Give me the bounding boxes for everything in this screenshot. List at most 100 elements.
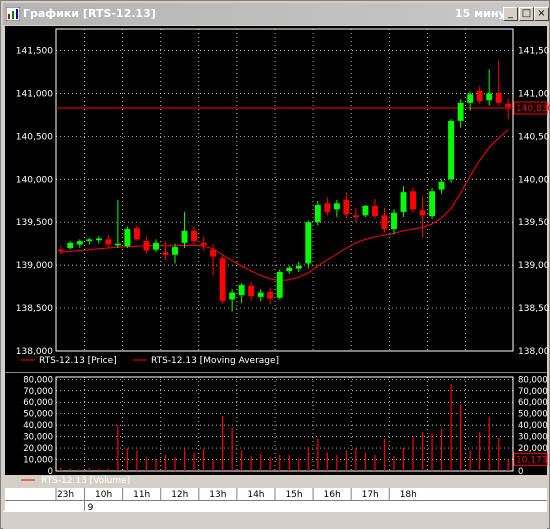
legend-price-label: RTS-12.13 [Price]	[39, 356, 117, 366]
volume-tick-label-right: 70,000	[518, 387, 548, 397]
candle-body	[76, 241, 83, 245]
candle-body	[381, 215, 388, 230]
candle-body	[324, 203, 331, 212]
price-tick-label-right: 140,000	[518, 175, 550, 185]
price-tick-label-left: 141,000	[16, 89, 53, 99]
candle-body	[314, 205, 321, 223]
candle-body	[362, 205, 369, 216]
candle-body	[286, 267, 293, 272]
volume-tick-label-right: 40,000	[518, 421, 548, 431]
candle-body	[172, 247, 178, 255]
candle-body	[219, 258, 226, 302]
title-bar[interactable]: Графики [RTS-12.13] 15 минут _ □ ×	[3, 3, 549, 25]
price-tick-label-left: 138,500	[16, 304, 53, 314]
price-tick-label-left: 139,000	[16, 261, 53, 271]
volume-tick-label-right: 50,000	[518, 410, 548, 420]
price-tick-label-left: 139,500	[16, 218, 53, 228]
time-label: 17h	[362, 490, 379, 500]
window-title: Графики [RTS-12.13]	[23, 7, 156, 20]
candle-body	[476, 90, 483, 102]
legend-ma-label: RTS-12.13 [Moving Average]	[151, 356, 279, 366]
volume-tick-label-left: 80,000	[23, 375, 53, 385]
candle-body	[248, 285, 255, 297]
candle-body	[153, 242, 159, 250]
candle-body	[505, 103, 512, 108]
candle-body	[295, 265, 302, 269]
maximize-button[interactable]: □	[519, 7, 534, 21]
candle-body	[67, 242, 74, 248]
candle-body	[210, 249, 217, 257]
time-label: 18h	[400, 490, 417, 500]
candle-body	[276, 272, 283, 298]
volume-tick-label-left: 30,000	[23, 433, 53, 443]
volume-tick-label-right: 60,000	[518, 398, 548, 408]
price-tick-label-left: 140,500	[16, 132, 53, 142]
price-tick-label-right: 138,000	[518, 347, 550, 357]
candle-body	[391, 212, 397, 230]
candle-body	[57, 249, 64, 252]
candle-body	[352, 215, 359, 218]
time-label: 16h	[324, 490, 341, 500]
volume-tick-label-left: 10,000	[23, 456, 53, 466]
price-tick-label-right: 138,500	[518, 304, 550, 314]
candle-body	[133, 228, 140, 240]
candle-body	[86, 239, 93, 242]
volume-tick-label-left: 40,000	[23, 421, 53, 431]
close-button[interactable]: ×	[534, 7, 549, 21]
price-tick-label-right: 140,500	[518, 132, 550, 142]
time-label: 14h	[247, 490, 264, 500]
time-label: 10h	[95, 490, 112, 500]
candle-body	[143, 241, 150, 251]
price-tick-label-left: 140,000	[16, 175, 53, 185]
volume-tick-label-right: 80,000	[518, 375, 548, 385]
candle-body	[419, 210, 426, 216]
candle-body	[105, 239, 112, 245]
volume-tick-label-right: 20,000	[518, 444, 548, 454]
price-tick-label-right: 141,000	[518, 89, 550, 99]
candle-body	[114, 243, 121, 246]
time-label: 15h	[285, 490, 302, 500]
candle-body	[181, 230, 188, 243]
candle-body	[257, 292, 264, 297]
price-panel	[5, 26, 547, 373]
price-tick-label-right: 139,000	[518, 261, 550, 271]
candle-body	[429, 191, 436, 217]
time-label: 13h	[209, 490, 226, 500]
candle-body	[400, 192, 407, 212]
status-bar	[3, 511, 547, 529]
candle-body	[191, 230, 198, 242]
candle-body	[457, 102, 464, 121]
candle-body	[467, 94, 474, 103]
candle-body	[229, 292, 236, 300]
legend-volume-label: RTS-12.13 [Volume]	[41, 476, 130, 486]
current-price-label: 140,830	[516, 104, 550, 114]
candle-body	[238, 284, 245, 296]
candle-body	[448, 120, 455, 180]
candle-body	[438, 181, 445, 190]
volume-tick-label-left: 20,000	[23, 444, 53, 454]
price-tick-label-right: 141,500	[518, 46, 550, 56]
current-volume-label: 10,173	[516, 455, 548, 465]
candle-body	[371, 205, 378, 217]
candle-body	[495, 93, 502, 103]
price-tick-label-right: 139,500	[518, 218, 550, 228]
candle-body	[95, 238, 102, 241]
candle-body	[200, 242, 207, 246]
volume-tick-label-left: 50,000	[23, 410, 53, 420]
chart-window: Графики [RTS-12.13] 15 минут _ □ × 138,0…	[0, 0, 550, 529]
time-label: 23h	[57, 490, 74, 500]
candle-body	[343, 199, 350, 215]
candle-body	[486, 93, 493, 101]
time-label: 12h	[171, 490, 188, 500]
candle-body	[305, 222, 312, 264]
candle-body	[162, 252, 169, 255]
chart-area[interactable]: 138,000138,000138,500138,500139,000139,0…	[1, 25, 550, 513]
candle-body	[333, 203, 340, 210]
volume-tick-label-left: 70,000	[23, 387, 53, 397]
candle-body	[410, 191, 416, 210]
candle-body	[124, 229, 131, 247]
minimize-button[interactable]: _	[503, 7, 518, 21]
chart-app-icon	[6, 7, 20, 21]
volume-tick-label-left: 60,000	[23, 398, 53, 408]
time-label: 11h	[133, 490, 150, 500]
